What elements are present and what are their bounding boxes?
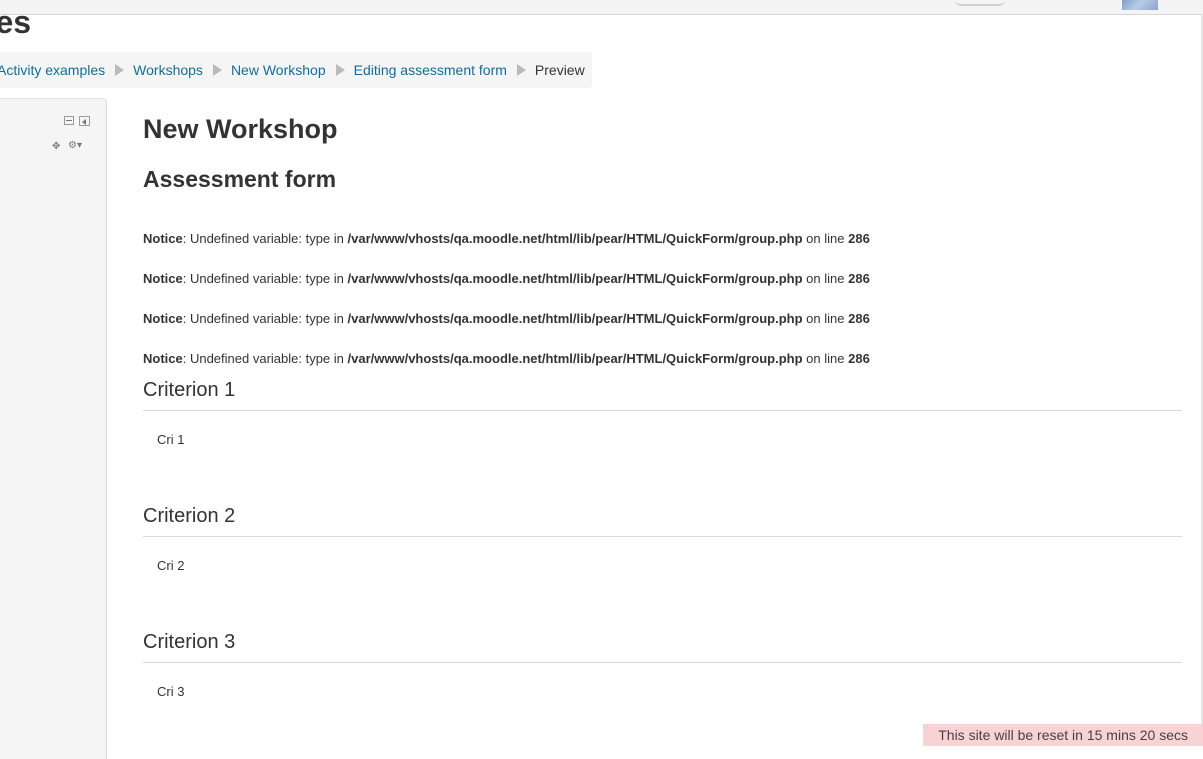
notice-message: : Undefined variable: type in [182,311,348,326]
page-title: New Workshop [143,114,338,144]
site-title: ples [0,4,32,40]
notice-message: : Undefined variable: type in [182,271,348,286]
user-avatar[interactable] [1122,0,1158,10]
notice-on-line: on line [802,311,849,326]
gear-icon[interactable]: ⚙▾ [68,141,82,151]
notice-label: Notice [143,311,183,326]
criterion-title: Criterion 3 [143,629,1182,663]
criterion-2-fieldset: Criterion 2 Cri 2 [143,503,1182,574]
notice-path: /var/www/vhosts/qa.moodle.net/html/lib/p… [347,271,803,286]
breadcrumb-separator-icon [212,64,222,76]
php-notice: Notice: Undefined variable: type in /var… [143,311,870,327]
php-notice: Notice: Undefined variable: type in /var… [143,271,870,287]
notice-label: Notice [143,271,183,286]
notice-message: : Undefined variable: type in [182,351,348,366]
php-notice: Notice: Undefined variable: type in /var… [143,351,870,367]
site-reset-banner: This site will be reset in 15 mins 20 se… [923,724,1203,746]
move-icon[interactable]: ✥ [52,142,60,152]
breadcrumb-item-editing-assessment-form[interactable]: Editing assessment form [354,62,507,78]
breadcrumb-item-workshops[interactable]: Workshops [133,62,203,78]
breadcrumb-separator-icon [115,64,125,76]
notice-line-number: 286 [848,351,870,366]
breadcrumb: Activity examples Workshops New Workshop… [0,52,592,88]
top-navbar [0,0,1203,15]
notice-label: Notice [143,351,183,366]
notice-label: Notice [143,231,183,246]
notice-on-line: on line [802,351,849,366]
notice-message: : Undefined variable: type in [182,231,348,246]
notice-line-number: 286 [848,271,870,286]
notice-path: /var/www/vhosts/qa.moodle.net/html/lib/p… [347,311,803,326]
notice-path: /var/www/vhosts/qa.moodle.net/html/lib/p… [347,351,803,366]
breadcrumb-item-activity-examples[interactable]: Activity examples [0,62,105,78]
notice-line-number: 286 [848,231,870,246]
criterion-description: Cri 3 [157,684,185,699]
assessment-form-heading: Assessment form [143,166,337,192]
notice-path: /var/www/vhosts/qa.moodle.net/html/lib/p… [347,231,803,246]
user-menu-edge[interactable] [955,0,1005,6]
minimize-block-icon[interactable] [64,116,74,125]
criterion-title: Criterion 1 [143,377,1182,411]
criterion-description: Cri 1 [157,432,185,447]
php-notice: Notice: Undefined variable: type in /var… [143,231,870,247]
notice-on-line: on line [802,271,849,286]
criterion-1-fieldset: Criterion 1 Cri 1 [143,377,1182,448]
notice-on-line: on line [802,231,849,246]
notice-line-number: 286 [848,311,870,326]
criterion-3-fieldset: Criterion 3 Cri 3 [143,629,1182,700]
breadcrumb-separator-icon [516,64,526,76]
block-region: ✥ ⚙▾ [0,98,107,759]
dock-block-icon[interactable] [79,116,90,126]
breadcrumb-separator-icon [335,64,345,76]
criterion-description: Cri 2 [157,558,185,573]
criterion-title: Criterion 2 [143,503,1182,537]
breadcrumb-item-preview: Preview [534,62,585,78]
breadcrumb-item-new-workshop[interactable]: New Workshop [231,62,326,78]
